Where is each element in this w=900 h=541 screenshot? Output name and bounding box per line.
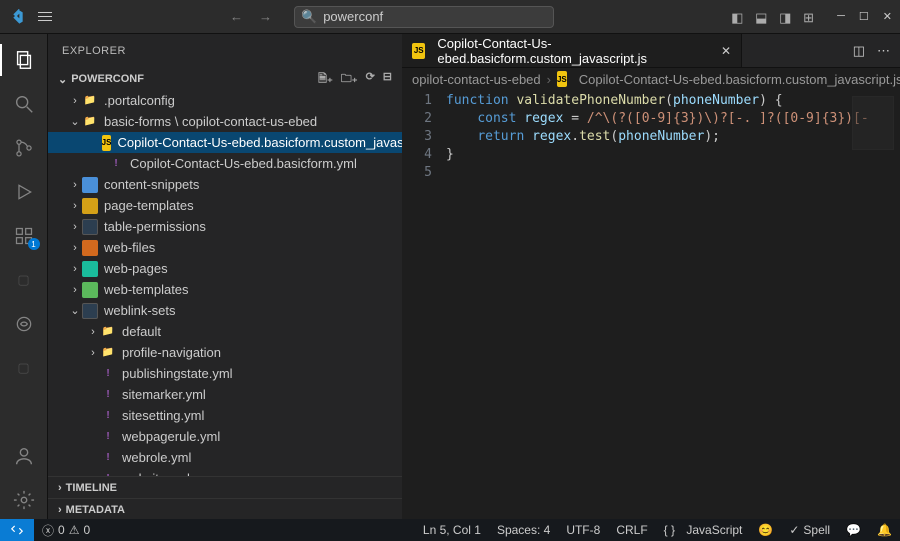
status-bar: ⓧ0 ⚠0 Ln 5, Col 1 Spaces: 4 UTF-8 CRLF {…	[0, 519, 900, 541]
tree-folder-web-templates[interactable]: ›web-templates	[48, 279, 402, 300]
activity-power-icon[interactable]	[0, 304, 48, 344]
layout-right-icon[interactable]: ◨	[779, 10, 793, 24]
activity-settings-icon[interactable]	[0, 480, 48, 520]
code-body[interactable]: function validatePhoneNumber(phoneNumber…	[446, 92, 900, 520]
explorer-actions: 🗎₊ 🗀₊ ⟳ ⊟	[318, 70, 392, 89]
line-gutter: 12345	[402, 92, 446, 520]
search-text: powerconf	[323, 9, 383, 24]
tree-file-sitesetting[interactable]: ·!sitesetting.yml	[48, 405, 402, 426]
status-lang[interactable]: { } JavaScript	[656, 523, 751, 537]
window-minimize-icon[interactable]: ─	[837, 10, 845, 23]
section-metadata[interactable]: ›METADATA	[48, 498, 402, 520]
editor-tabbar: JS Copilot-Contact-Us-ebed.basicform.cus…	[402, 34, 900, 68]
tree-file-js[interactable]: ·JSCopilot-Contact-Us-ebed.basicform.cus…	[48, 132, 402, 153]
status-indent[interactable]: Spaces: 4	[489, 523, 558, 537]
history-nav: ← →	[230, 9, 272, 24]
tree-folder-weblink-sets[interactable]: ⌄weblink-sets	[48, 300, 402, 321]
tab-label: Copilot-Contact-Us-ebed.basicform.custom…	[437, 36, 709, 66]
tab-close-icon[interactable]: ✕	[721, 44, 731, 58]
js-file-icon: JS	[412, 43, 425, 59]
tree-file-website[interactable]: ·!website.yml	[48, 468, 402, 476]
warning-icon: ⚠	[69, 523, 80, 537]
status-cursor[interactable]: Ln 5, Col 1	[415, 523, 489, 537]
extensions-badge: 1	[28, 238, 40, 250]
more-actions-icon[interactable]: ⋯	[877, 43, 890, 59]
main-area: 1 ▢ ▢ EXPLORER ⌄ POWERCONF 🗎₊ 🗀₊ ⟳ ⊟ ›📁.…	[0, 34, 900, 520]
tree-file-webrole[interactable]: ·!webrole.yml	[48, 447, 402, 468]
activity-debug-icon[interactable]	[0, 172, 48, 212]
tree-folder-portalconfig[interactable]: ›📁.portalconfig	[48, 90, 402, 111]
tree-folder-page-templates[interactable]: ›page-templates	[48, 195, 402, 216]
breadcrumbs[interactable]: opilot-contact-us-ebed › JS Copilot-Cont…	[402, 68, 900, 90]
activity-bar: 1 ▢ ▢	[0, 34, 48, 520]
collapse-icon[interactable]: ⊟	[383, 70, 392, 89]
refresh-icon[interactable]: ⟳	[366, 70, 375, 89]
editor-group: JS Copilot-Contact-Us-ebed.basicform.cus…	[402, 34, 900, 520]
vscode-logo-icon	[8, 9, 24, 25]
title-bar: ← → 🔍 powerconf ◧ ⬓ ◨ ⊞ ─ ☐ ✕	[0, 0, 900, 34]
layout-bottom-icon[interactable]: ⬓	[755, 10, 769, 24]
activity-search-icon[interactable]	[0, 84, 48, 124]
window-maximize-icon[interactable]: ☐	[859, 10, 869, 23]
status-bell-icon[interactable]: 🔔	[869, 523, 900, 537]
new-folder-icon[interactable]: 🗀₊	[341, 70, 358, 89]
status-eol[interactable]: CRLF	[608, 523, 655, 537]
file-tree: ›📁.portalconfig ⌄📁basic-forms \ copilot-…	[48, 90, 402, 476]
tree-file-sitemarker[interactable]: ·!sitemarker.yml	[48, 384, 402, 405]
activity-account-icon[interactable]	[0, 436, 48, 476]
tree-file-webpagerule[interactable]: ·!webpagerule.yml	[48, 426, 402, 447]
activity-scm-icon[interactable]	[0, 128, 48, 168]
status-feedback-icon[interactable]: 💬	[838, 523, 869, 537]
layout-left-icon[interactable]: ◧	[731, 10, 745, 24]
search-icon: 🔍	[301, 9, 317, 25]
status-problems[interactable]: ⓧ0 ⚠0	[34, 522, 98, 539]
chevron-right-icon: ›	[547, 72, 551, 87]
explorer-root[interactable]: ⌄ POWERCONF 🗎₊ 🗀₊ ⟳ ⊟	[48, 68, 402, 90]
tree-folder-web-files[interactable]: ›web-files	[48, 237, 402, 258]
tree-folder-content-snippets[interactable]: ›content-snippets	[48, 174, 402, 195]
tree-folder-table-permissions[interactable]: ›table-permissions	[48, 216, 402, 237]
menu-hamburger-icon[interactable]	[38, 12, 52, 21]
tree-folder-web-pages[interactable]: ›web-pages	[48, 258, 402, 279]
activity-explorer-icon[interactable]	[0, 40, 48, 80]
tree-folder-profile-nav[interactable]: ›📁profile-navigation	[48, 342, 402, 363]
nav-forward-icon[interactable]: →	[259, 9, 272, 24]
tree-file-yml[interactable]: ·!Copilot-Contact-Us-ebed.basicform.yml	[48, 153, 402, 174]
chevron-down-icon: ⌄	[58, 73, 67, 86]
error-icon: ⓧ	[42, 522, 54, 539]
window-close-icon[interactable]: ✕	[883, 10, 892, 23]
editor-tab[interactable]: JS Copilot-Contact-Us-ebed.basicform.cus…	[402, 34, 742, 67]
status-encoding[interactable]: UTF-8	[558, 523, 608, 537]
activity-extensions-icon[interactable]: 1	[0, 216, 48, 256]
layout-customize-icon[interactable]: ⊞	[803, 10, 817, 24]
remote-indicator-icon[interactable]	[0, 519, 34, 541]
explorer-sidebar: EXPLORER ⌄ POWERCONF 🗎₊ 🗀₊ ⟳ ⊟ ›📁.portal…	[48, 34, 402, 520]
js-file-icon: JS	[557, 71, 567, 87]
explorer-title: EXPLORER	[48, 34, 402, 68]
split-editor-icon[interactable]: ◫	[853, 43, 865, 59]
tree-folder-default[interactable]: ›📁default	[48, 321, 402, 342]
tree-folder-basicforms[interactable]: ⌄📁basic-forms \ copilot-contact-us-ebed	[48, 111, 402, 132]
status-copilot-icon[interactable]: 😊	[750, 523, 781, 537]
nav-back-icon[interactable]: ←	[230, 9, 243, 24]
activity-dim1-icon[interactable]: ▢	[0, 260, 48, 300]
code-editor[interactable]: 12345 function validatePhoneNumber(phone…	[402, 90, 900, 520]
command-center-search[interactable]: 🔍 powerconf	[294, 6, 554, 28]
section-timeline[interactable]: ›TIMELINE	[48, 476, 402, 498]
root-label: POWERCONF	[71, 73, 144, 85]
new-file-icon[interactable]: 🗎₊	[318, 70, 333, 89]
tree-file-publishingstate[interactable]: ·!publishingstate.yml	[48, 363, 402, 384]
minimap[interactable]	[852, 96, 894, 150]
status-spell[interactable]: ✓ Spell	[781, 523, 838, 537]
activity-dim2-icon[interactable]: ▢	[0, 348, 48, 388]
